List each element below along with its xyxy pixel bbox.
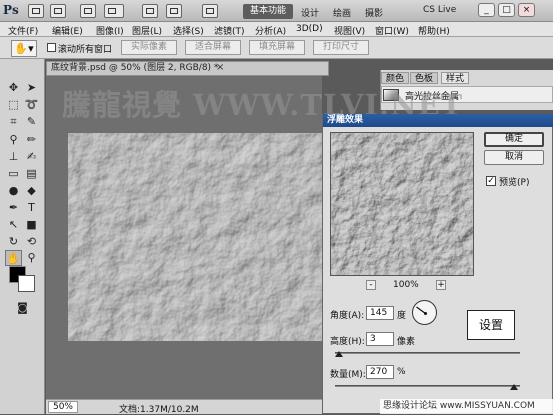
ok-button[interactable]: 确定: [484, 132, 544, 147]
angle-dial[interactable]: [412, 300, 437, 325]
close-document-icon[interactable]: ×: [216, 62, 224, 73]
hand-tool-icon[interactable]: ✋: [5, 250, 22, 266]
minimize-button[interactable]: _: [478, 3, 495, 17]
menu-file[interactable]: 文件(F): [8, 24, 38, 37]
menu-select[interactable]: 选择(S): [173, 24, 204, 37]
amount-slider[interactable]: [335, 385, 520, 387]
blur-icon[interactable]: ◆: [23, 183, 40, 199]
minibridge-icon[interactable]: [50, 4, 66, 18]
settings-callout: 设置: [467, 310, 515, 340]
eyedropper-icon[interactable]: ⚲: [5, 132, 22, 148]
amount-field[interactable]: 270: [366, 365, 394, 379]
workspace-photography-link[interactable]: 摄影: [365, 6, 383, 19]
angle-needle-icon: [416, 306, 427, 315]
bridge-icon[interactable]: [28, 4, 44, 18]
fill-screen-button[interactable]: 填充屏幕: [249, 40, 305, 55]
height-slider[interactable]: [335, 352, 520, 354]
photoshop-logo: Ps: [3, 3, 19, 17]
eraser-icon[interactable]: ▭: [5, 166, 22, 182]
crop-icon[interactable]: ⌗: [5, 114, 22, 130]
marquee-icon[interactable]: ⬚: [5, 97, 22, 113]
menu-help[interactable]: 帮助(H): [418, 24, 450, 37]
preview-zoom-percent: 100%: [393, 280, 419, 290]
actual-pixels-button[interactable]: 实际像素: [121, 40, 177, 55]
3d-rotate-icon[interactable]: ↻: [5, 234, 22, 250]
rotate-view-icon[interactable]: [166, 4, 182, 18]
background-color-swatch[interactable]: [18, 275, 35, 292]
amount-label: 数量(M):: [330, 370, 366, 380]
path-select-icon[interactable]: ➤: [23, 80, 40, 96]
move-icon[interactable]: ✥: [5, 80, 22, 96]
menu-image[interactable]: 图像(I): [96, 24, 124, 37]
zoom-level-icon[interactable]: [104, 4, 124, 18]
zoom-out-button[interactable]: -: [366, 280, 376, 290]
cancel-button[interactable]: 取消: [484, 150, 544, 165]
fit-screen-button[interactable]: 适合屏幕: [185, 40, 241, 55]
height-label: 高度(H):: [330, 337, 365, 347]
footer-watermark: 思缘设计论坛 www.MISSYUAN.COM: [380, 399, 553, 414]
quick-select-icon[interactable]: ✎: [23, 114, 40, 130]
brush-icon[interactable]: ✏: [23, 132, 40, 148]
type-icon[interactable]: T: [23, 200, 40, 216]
close-button[interactable]: ×: [518, 3, 535, 17]
height-field[interactable]: 3: [366, 332, 394, 346]
embossed-texture-canvas[interactable]: [68, 133, 324, 341]
filter-preview[interactable]: [330, 132, 474, 276]
document-size-info: 文档:1.37M/10.2M: [119, 405, 199, 415]
height-slider-thumb[interactable]: [335, 351, 343, 357]
workspace-painting-link[interactable]: 绘画: [333, 6, 351, 19]
preview-checkbox[interactable]: ✓: [486, 176, 496, 186]
amount-slider-thumb[interactable]: [510, 384, 518, 390]
angle-field[interactable]: 145: [366, 306, 394, 320]
menu-3d[interactable]: 3D(D): [296, 24, 323, 34]
3d-orbit-icon[interactable]: ⟲: [23, 234, 40, 250]
history-brush-icon[interactable]: ✍: [23, 149, 40, 165]
hand-tool-preset-icon[interactable]: ✋▾: [11, 40, 37, 57]
gradient-icon[interactable]: ▤: [23, 166, 40, 182]
arrange-documents-icon[interactable]: [202, 4, 218, 18]
cs-live-menu[interactable]: CS Live: [423, 5, 456, 15]
menu-window[interactable]: 窗口(W): [375, 24, 409, 37]
document-tab[interactable]: 底纹背景.psd @ 50% (图层 2, RGB/8) *: [46, 61, 329, 76]
dodge-icon[interactable]: ●: [5, 183, 22, 199]
zoom-field[interactable]: 50%: [48, 401, 78, 413]
height-unit: 像素: [397, 337, 416, 347]
scroll-all-windows-label: 滚动所有窗口: [58, 45, 113, 55]
menu-view[interactable]: 视图(V): [334, 24, 365, 37]
hand-icon[interactable]: [142, 4, 158, 18]
direct-select-icon[interactable]: ↖: [5, 217, 22, 233]
angle-label: 角度(A):: [330, 311, 365, 321]
workspace-design-link[interactable]: 设计: [301, 6, 319, 19]
dialog-title: 浮雕效果: [323, 114, 553, 127]
scroll-all-windows-checkbox[interactable]: [47, 43, 56, 52]
maximize-button[interactable]: □: [498, 3, 515, 17]
zoom-in-button[interactable]: +: [436, 280, 446, 290]
print-size-button[interactable]: 打印尺寸: [313, 40, 369, 55]
angle-unit: 度: [397, 311, 407, 321]
stamp-icon[interactable]: ⊥: [5, 149, 22, 165]
lasso-icon[interactable]: ➰: [23, 97, 40, 113]
menu-analysis[interactable]: 分析(A): [255, 24, 286, 37]
menu-filter[interactable]: 滤镜(T): [214, 24, 245, 37]
amount-unit: %: [397, 367, 406, 377]
zoom-icon[interactable]: ⚲: [23, 250, 40, 266]
preview-label: 预览(P): [499, 178, 530, 188]
pen-icon[interactable]: ✒: [5, 200, 22, 216]
workspace-essentials-button[interactable]: 基本功能: [243, 4, 293, 19]
extras-icon[interactable]: [80, 4, 96, 18]
menu-layer[interactable]: 图层(L): [132, 24, 162, 37]
shape-icon[interactable]: ■: [23, 217, 40, 233]
quick-mask-icon[interactable]: ◙: [14, 300, 31, 316]
menu-edit[interactable]: 编辑(E): [52, 24, 83, 37]
